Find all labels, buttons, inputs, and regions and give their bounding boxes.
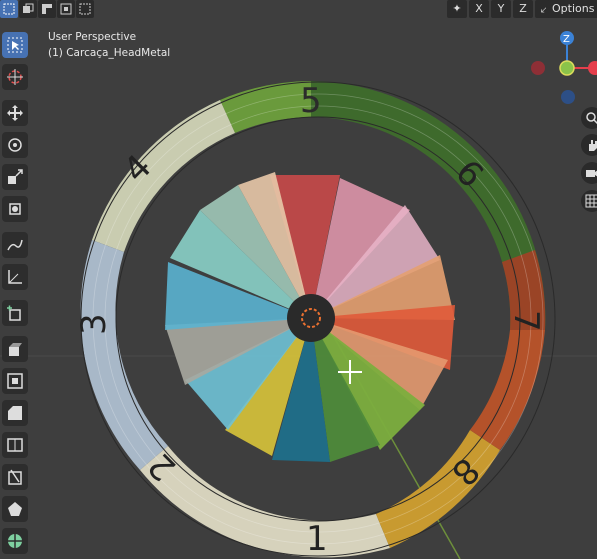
inner-blades [165, 172, 455, 462]
cursor-icon[interactable] [2, 64, 28, 90]
spin-icon[interactable] [2, 528, 28, 554]
butterfly-icon[interactable]: ✦ [447, 0, 467, 18]
axis-y-button[interactable]: Y [491, 0, 511, 18]
perspective-label: User Perspective [48, 31, 137, 43]
transform-icon[interactable] [2, 196, 28, 222]
select-intersect-icon[interactable] [76, 0, 94, 18]
pan-icon[interactable] [581, 134, 597, 156]
add-cube-icon[interactable] [2, 300, 28, 326]
axis-x-button[interactable]: X [469, 0, 489, 18]
poly-build-icon[interactable] [2, 496, 28, 522]
move-icon[interactable] [2, 100, 28, 126]
knife-icon[interactable] [2, 464, 28, 490]
loop-cut-icon[interactable] [2, 432, 28, 458]
select-box-icon[interactable] [0, 0, 18, 18]
select-invert-icon[interactable] [57, 0, 75, 18]
svg-text:Z: Z [563, 34, 570, 45]
orientation-gizmo[interactable]: Z [531, 31, 597, 104]
bevel-icon[interactable] [2, 400, 28, 426]
selection-mode-group [0, 0, 95, 18]
svg-text:7: 7 [506, 310, 546, 332]
mirror-axis-group: ✦ X Y Z ⤢ [447, 0, 555, 18]
options-button[interactable]: Options [546, 0, 597, 18]
axis-z-button[interactable]: Z [513, 0, 533, 18]
select-box-icon[interactable] [2, 32, 28, 58]
camera-icon[interactable] [581, 162, 597, 184]
3d-viewport[interactable]: 5 6 7 8 1 2 3 4 Z ✦ X Y Z ⤢ Options User… [0, 0, 597, 559]
grid-toggle-icon[interactable] [581, 190, 597, 212]
select-extend-icon[interactable] [19, 0, 37, 18]
svg-text:5: 5 [300, 81, 322, 121]
select-subtract-icon[interactable] [38, 0, 56, 18]
rotate-icon[interactable] [2, 132, 28, 158]
measure-icon[interactable] [2, 264, 28, 290]
svg-text:3: 3 [74, 313, 114, 335]
zoom-icon[interactable] [581, 107, 597, 129]
viewport-header: ✦ X Y Z ⤢ Options [0, 0, 597, 22]
viewport-info: User Perspective (1) Carcaça_HeadMetal [48, 29, 170, 61]
scene-render: 5 6 7 8 1 2 3 4 Z [0, 31, 597, 559]
extrude-icon[interactable] [2, 336, 28, 362]
annotate-icon[interactable] [2, 232, 28, 258]
svg-text:1: 1 [306, 519, 328, 559]
inset-icon[interactable] [2, 368, 28, 394]
scale-icon[interactable] [2, 164, 28, 190]
active-object-label: (1) Carcaça_HeadMetal [48, 47, 171, 59]
